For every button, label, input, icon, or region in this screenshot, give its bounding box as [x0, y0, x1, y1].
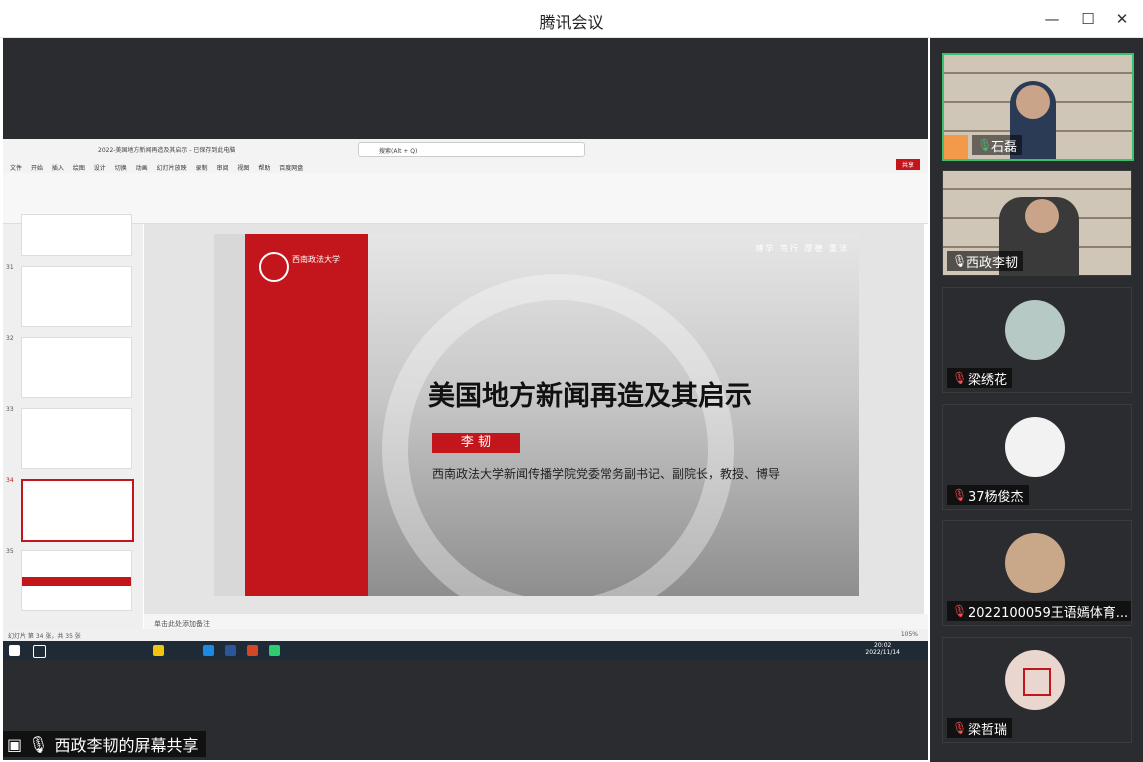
- maximize-icon[interactable]: ☐: [1077, 8, 1099, 30]
- participant-face: [1025, 199, 1059, 233]
- thumb-number: 32: [6, 335, 14, 342]
- mic-icon: 🎙: [28, 734, 49, 754]
- slide-thumb[interactable]: [21, 266, 132, 327]
- participant-name: 梁哲瑞: [968, 722, 1008, 738]
- taskbar-time: 20:02: [874, 642, 892, 649]
- title-bar: 腾讯会议 — ☐ ✕: [0, 0, 1143, 38]
- folder-icon[interactable]: [153, 645, 164, 656]
- menu-home[interactable]: 开始: [31, 163, 43, 172]
- screen-share-label: ▣ 🎙 西政李韧的屏幕共享: [3, 731, 207, 757]
- mic-icon: 🎙: [952, 254, 968, 268]
- participant-name: 2022100059王语嫣体育...: [968, 605, 1129, 621]
- menu-help[interactable]: 帮助: [258, 163, 270, 172]
- mic-muted-icon: 🎙: [952, 721, 968, 735]
- seal-icon: [1023, 668, 1051, 696]
- powerpoint-icon[interactable]: [247, 645, 258, 656]
- ppt-share-button[interactable]: 共享: [895, 159, 920, 170]
- ppt-menu-bar: 文件 开始 插入 绘图 设计 切换 动画 幻灯片放映 录制 审阅 视图 帮助 百…: [3, 159, 928, 173]
- participant-tile[interactable]: 🎙 梁绣花: [942, 287, 1132, 393]
- participant-label: 🎙 石磊: [972, 135, 1023, 155]
- participant-name: 37杨俊杰: [968, 489, 1024, 505]
- menu-slideshow[interactable]: 幻灯片放映: [157, 163, 187, 172]
- participant-avatar: [1005, 650, 1065, 710]
- participant-avatar: [1005, 300, 1065, 360]
- participant-tile[interactable]: 🎙 37杨俊杰: [942, 404, 1132, 510]
- taskbar-clock: 20:02 2022/11/14: [865, 642, 900, 656]
- thumb-number: 31: [6, 264, 14, 271]
- university-name: 西南政法大学: [292, 255, 340, 264]
- mic-icon: 🎙: [977, 138, 993, 152]
- slide-thumb[interactable]: [21, 550, 132, 611]
- university-logo-icon: [259, 252, 289, 282]
- presenter-name: 李 韧: [432, 433, 520, 453]
- zoom-level[interactable]: 105%: [901, 631, 918, 638]
- thumb-number: 34: [6, 477, 14, 484]
- mic-muted-icon: 🎙: [952, 604, 968, 618]
- menu-baidu[interactable]: 百度网盘: [279, 163, 303, 172]
- ppt-filename: 2022-美国地方新闻再造及其启示 - 已保存到此电脑: [98, 147, 236, 154]
- participant-label: 🎙 2022100059王语嫣体育...: [947, 601, 1131, 621]
- taskbar-date: 2022/11/14: [865, 649, 900, 656]
- search-icon[interactable]: [33, 645, 46, 658]
- mic-muted-icon: 🎙: [952, 488, 968, 502]
- participant-avatar: [1005, 533, 1065, 593]
- thumb-number: 33: [6, 406, 14, 413]
- current-slide[interactable]: 西南政法大学 博学 笃行 厚德 重法 美国地方新闻再造及其启示 李 韧 西南政法…: [214, 234, 859, 596]
- slide-thumb[interactable]: [21, 408, 132, 469]
- menu-view[interactable]: 视图: [237, 163, 249, 172]
- slide-thumb[interactable]: [21, 337, 132, 398]
- menu-insert[interactable]: 插入: [52, 163, 64, 172]
- menu-file[interactable]: 文件: [10, 163, 22, 172]
- participant-tile[interactable]: 🎙 石磊: [942, 53, 1134, 161]
- menu-transitions[interactable]: 切换: [115, 163, 127, 172]
- slide-title: 美国地方新闻再造及其启示: [428, 381, 752, 412]
- participant-label: 🎙 梁绣花: [947, 368, 1013, 388]
- participant-name: 梁绣花: [968, 372, 1008, 388]
- slide-canvas: 西南政法大学 博学 笃行 厚德 重法 美国地方新闻再造及其启示 李 韧 西南政法…: [144, 224, 924, 614]
- ppt-search-box[interactable]: 搜索(Alt + Q): [358, 142, 585, 157]
- ppt-status-bar: 幻灯片 第 34 张，共 35 张 105%: [3, 629, 928, 641]
- participant-face: [1016, 85, 1050, 119]
- slide-thumb[interactable]: [21, 214, 132, 256]
- thumb-number: 35: [6, 548, 14, 555]
- window-title: 腾讯会议: [539, 13, 604, 32]
- edge-icon[interactable]: [203, 645, 214, 656]
- presenter-subtitle: 西南政法大学新闻传播学院党委常务副书记、副院长，教授、博导: [432, 467, 781, 481]
- slide-thumb-selected[interactable]: [21, 479, 134, 542]
- menu-animations[interactable]: 动画: [136, 163, 148, 172]
- menu-draw[interactable]: 绘图: [73, 163, 85, 172]
- participant-tile[interactable]: 🎙 西政李韧: [942, 170, 1132, 276]
- participant-tile[interactable]: 🎙 梁哲瑞: [942, 637, 1132, 743]
- participant-name: 石磊: [991, 139, 1018, 155]
- participant-label: 🎙 西政李韧: [947, 251, 1024, 271]
- participant-avatar: [1005, 417, 1065, 477]
- menu-review[interactable]: 审阅: [216, 163, 228, 172]
- participant-label: 🎙 梁哲瑞: [947, 718, 1013, 738]
- ppt-search-text: 搜索(Alt + Q): [379, 148, 418, 155]
- screen-share-icon: ▣: [7, 734, 23, 754]
- screen-share-text: 西政李韧的屏幕共享: [54, 736, 199, 755]
- mic-muted-icon: 🎙: [952, 371, 968, 385]
- word-icon[interactable]: [225, 645, 236, 656]
- windows-start-icon[interactable]: [9, 645, 20, 656]
- shared-screen: 2022-美国地方新闻再造及其启示 - 已保存到此电脑 搜索(Alt + Q) …: [3, 139, 928, 660]
- ppt-title-bar: 2022-美国地方新闻再造及其启示 - 已保存到此电脑 搜索(Alt + Q): [3, 139, 928, 159]
- participant-label: 🎙 37杨俊杰: [947, 485, 1029, 505]
- user-icon: [944, 135, 968, 159]
- wechat-icon[interactable]: [269, 645, 280, 656]
- participant-name: 西政李韧: [966, 255, 1019, 271]
- slide-thumbnails: 31 32 33 34 35: [3, 214, 143, 629]
- participant-tile[interactable]: 🎙 2022100059王语嫣体育...: [942, 520, 1132, 626]
- minimize-icon[interactable]: —: [1041, 8, 1063, 30]
- slide-red-band: 西南政法大学: [245, 234, 368, 596]
- windows-taskbar: 20:02 2022/11/14: [3, 641, 928, 660]
- ppt-ribbon: [3, 173, 928, 224]
- close-icon[interactable]: ✕: [1111, 8, 1133, 30]
- slide-count: 幻灯片 第 34 张，共 35 张: [8, 633, 81, 640]
- slide-motto: 博学 笃行 厚德 重法: [755, 244, 849, 253]
- menu-design[interactable]: 设计: [94, 163, 106, 172]
- menu-record[interactable]: 录制: [196, 163, 208, 172]
- notes-placeholder: 单击此处添加备注: [154, 620, 210, 628]
